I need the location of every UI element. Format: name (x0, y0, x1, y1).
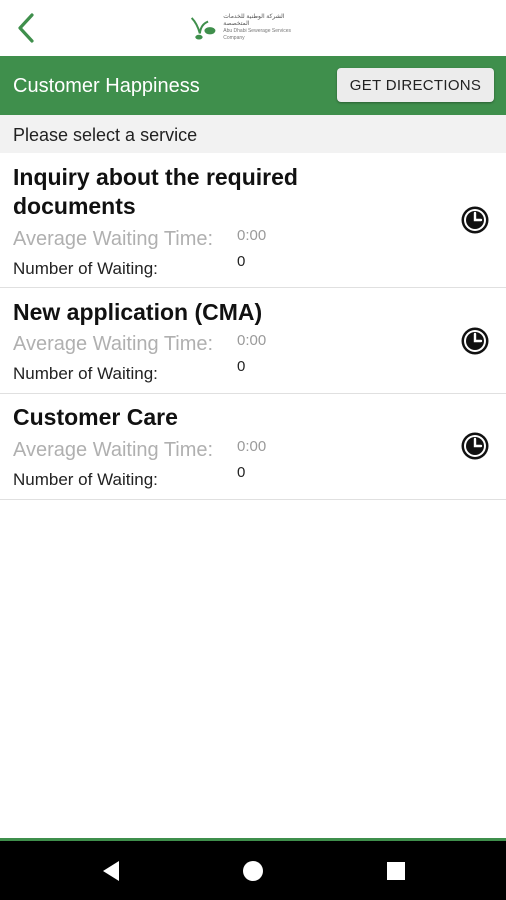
logo-english-text: Abu Dhabi Sewerage Services Company (223, 28, 292, 41)
logo-arabic-text: الشركة الوطنية للخدمات المتخصصة (223, 14, 285, 27)
average-waiting-value: 0:00 (237, 332, 267, 349)
company-logo: الشركة الوطنية للخدمات المتخصصة Abu Dhab… (188, 12, 306, 44)
nav-home-button[interactable] (239, 857, 267, 885)
average-waiting-label: Average Waiting Time: (13, 228, 214, 250)
leaf-logo-icon (190, 17, 216, 40)
nav-recents-button[interactable] (382, 857, 410, 885)
chevron-left-icon (18, 13, 34, 43)
triangle-back-icon (103, 861, 119, 881)
average-waiting-label: Average Waiting Time: (13, 439, 214, 461)
clock-icon (461, 206, 489, 234)
service-title: Customer Care (13, 404, 178, 430)
circle-home-icon (243, 861, 263, 881)
service-title: Inquiry about the required documents (13, 164, 298, 219)
number-waiting-value: 0 (237, 358, 246, 375)
square-recents-icon (387, 862, 405, 880)
number-waiting-label: Number of Waiting: (13, 470, 158, 489)
top-bar: الشركة الوطنية للخدمات المتخصصة Abu Dhab… (0, 0, 506, 56)
service-item-customer-care[interactable]: Customer Care Average Waiting Time: 0:00… (0, 394, 506, 500)
average-waiting-value: 0:00 (237, 438, 267, 455)
get-directions-button[interactable]: GET DIRECTIONS (337, 68, 494, 102)
clock-icon (461, 327, 489, 355)
clock-icon (461, 432, 489, 460)
average-waiting-value: 0:00 (237, 227, 267, 244)
system-navigation-bar (0, 841, 506, 900)
number-waiting-value: 0 (237, 464, 246, 481)
back-button[interactable] (8, 10, 44, 46)
page-title: Customer Happiness (13, 75, 200, 97)
service-prompt-bar: Please select a service (0, 115, 506, 153)
number-waiting-label: Number of Waiting: (13, 259, 158, 278)
service-title: New application (CMA) (13, 299, 263, 325)
number-waiting-label: Number of Waiting: (13, 364, 158, 383)
service-prompt: Please select a service (13, 125, 198, 145)
number-waiting-value: 0 (237, 253, 246, 270)
average-waiting-label: Average Waiting Time: (13, 333, 214, 355)
service-item-inquiry[interactable]: Inquiry about the required documents Ave… (0, 153, 506, 288)
nav-back-button[interactable] (97, 857, 125, 885)
service-item-new-application[interactable]: New application (CMA) Average Waiting Ti… (0, 288, 506, 394)
